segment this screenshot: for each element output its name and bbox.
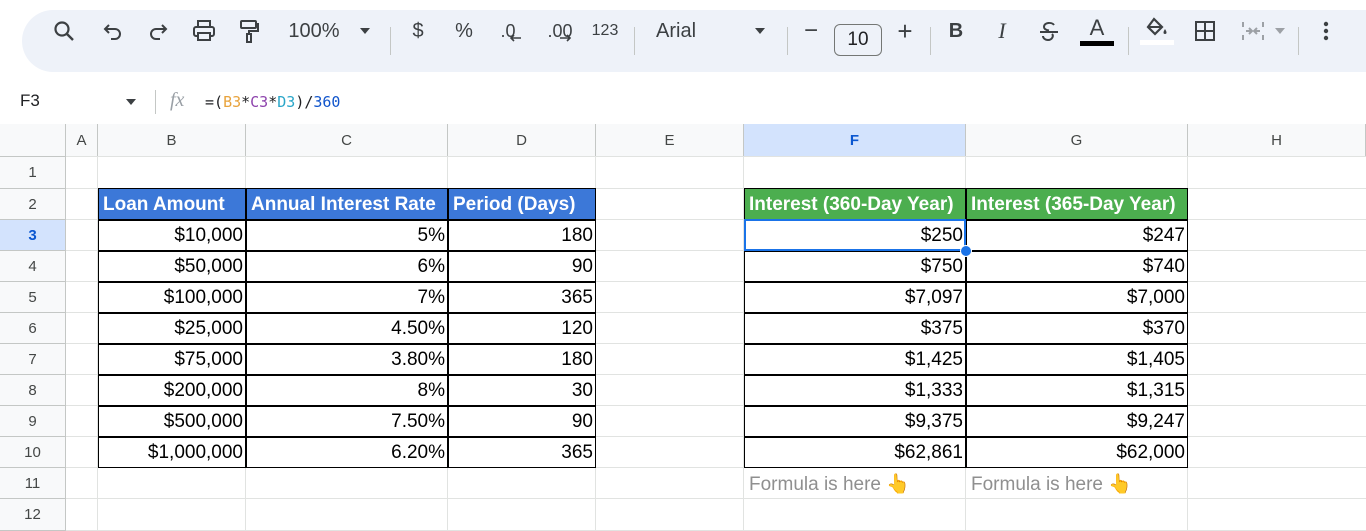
loan-table-cell[interactable]: 365 [448, 437, 596, 468]
row-header-2[interactable]: 2 [0, 189, 66, 220]
select-all-corner[interactable] [0, 124, 66, 157]
column-header-g[interactable]: G [966, 124, 1188, 157]
interest-table-header[interactable]: Interest (365-Day Year) [966, 189, 1188, 220]
loan-table-cell[interactable]: $100,000 [98, 282, 246, 313]
loan-table-cell[interactable]: 120 [448, 313, 596, 344]
interest-table-cell[interactable]: $1,315 [966, 375, 1188, 406]
table-border [98, 405, 596, 407]
row-header-1[interactable]: 1 [0, 157, 66, 189]
table-border [98, 374, 596, 376]
table-border [98, 250, 596, 252]
loan-table-cell[interactable]: 3.80% [246, 344, 448, 375]
gridline [66, 156, 1366, 157]
column-header-h[interactable]: H [1188, 124, 1366, 157]
column-header-d[interactable]: D [448, 124, 596, 157]
interest-table-cell[interactable]: $1,405 [966, 344, 1188, 375]
table-border [744, 219, 1188, 221]
interest-table-cell[interactable]: $7,097 [744, 282, 966, 313]
column-header-e[interactable]: E [596, 124, 744, 157]
table-border [98, 312, 596, 314]
loan-table-cell[interactable]: 180 [448, 344, 596, 375]
loan-table-cell[interactable]: 7.50% [246, 406, 448, 437]
table-border [98, 343, 596, 345]
interest-table-cell[interactable]: $1,333 [744, 375, 966, 406]
loan-table-cell[interactable]: 7% [246, 282, 448, 313]
row-header-7[interactable]: 7 [0, 344, 66, 375]
table-border [744, 312, 1188, 314]
fill-handle[interactable] [960, 245, 972, 257]
column-header-b[interactable]: B [98, 124, 246, 157]
loan-table-cell[interactable]: $25,000 [98, 313, 246, 344]
interest-table-header[interactable]: Interest (360-Day Year) [744, 189, 966, 220]
loan-table-cell[interactable]: 90 [448, 251, 596, 282]
table-border [744, 281, 1188, 283]
table-border [965, 189, 967, 468]
table-border [98, 281, 596, 283]
row-header-8[interactable]: 8 [0, 375, 66, 406]
interest-table-cell[interactable]: $750 [744, 251, 966, 282]
loan-table-cell[interactable]: 5% [246, 220, 448, 251]
row-header-11[interactable]: 11 [0, 468, 66, 499]
row-header-12[interactable]: 12 [0, 499, 66, 531]
table-border [744, 405, 1188, 407]
loan-table-cell[interactable]: 4.50% [246, 313, 448, 344]
loan-table-cell[interactable]: 6% [246, 251, 448, 282]
interest-table-cell[interactable]: $62,861 [744, 437, 966, 468]
interest-table-cell[interactable]: $250 [744, 220, 966, 251]
interest-table-cell[interactable]: $9,375 [744, 406, 966, 437]
table-border [744, 343, 1188, 345]
interest-table-cell[interactable]: $62,000 [966, 437, 1188, 468]
table-border [98, 436, 596, 438]
loan-table-cell[interactable]: 180 [448, 220, 596, 251]
spreadsheet-grid: A B C D E F G H 1 2 3 4 5 6 7 8 9 10 11 12 Loan Amount Annual… [0, 0, 1366, 531]
table-border [98, 219, 596, 221]
formula-note[interactable]: Formula is here 👆 [966, 468, 1188, 499]
column-header-a[interactable]: A [66, 124, 98, 157]
interest-table-cell[interactable]: $247 [966, 220, 1188, 251]
loan-table-cell[interactable]: $10,000 [98, 220, 246, 251]
loan-table-header[interactable]: Annual Interest Rate [246, 189, 448, 220]
interest-table-cell[interactable]: $740 [966, 251, 1188, 282]
formula-note[interactable]: Formula is here 👆 [744, 468, 966, 499]
row-header-9[interactable]: 9 [0, 406, 66, 437]
interest-table-cell[interactable]: $370 [966, 313, 1188, 344]
loan-table-cell[interactable]: $200,000 [98, 375, 246, 406]
loan-table-cell[interactable]: 90 [448, 406, 596, 437]
loan-table-cell[interactable]: $75,000 [98, 344, 246, 375]
loan-table-cell[interactable]: 6.20% [246, 437, 448, 468]
table-border [744, 436, 1188, 438]
loan-table-header[interactable]: Loan Amount [98, 189, 246, 220]
loan-table-cell[interactable]: $500,000 [98, 406, 246, 437]
loan-table-cell[interactable]: 30 [448, 375, 596, 406]
column-header-c[interactable]: C [246, 124, 448, 157]
row-header-3[interactable]: 3 [0, 220, 66, 251]
table-border [744, 374, 1188, 376]
loan-table-cell[interactable]: 8% [246, 375, 448, 406]
row-header-5[interactable]: 5 [0, 282, 66, 313]
loan-table-cell[interactable]: $1,000,000 [98, 437, 246, 468]
interest-table-cell[interactable]: $9,247 [966, 406, 1188, 437]
interest-table-cell[interactable]: $1,425 [744, 344, 966, 375]
interest-table-cell[interactable]: $7,000 [966, 282, 1188, 313]
loan-table-header[interactable]: Period (Days) [448, 189, 596, 220]
interest-table-cell[interactable]: $375 [744, 313, 966, 344]
row-header-6[interactable]: 6 [0, 313, 66, 344]
row-header-10[interactable]: 10 [0, 437, 66, 468]
row-header-4[interactable]: 4 [0, 251, 66, 282]
table-border [245, 189, 247, 468]
loan-table-cell[interactable]: $50,000 [98, 251, 246, 282]
table-border [447, 189, 449, 468]
loan-table-cell[interactable]: 365 [448, 282, 596, 313]
column-header-f[interactable]: F [744, 124, 966, 157]
